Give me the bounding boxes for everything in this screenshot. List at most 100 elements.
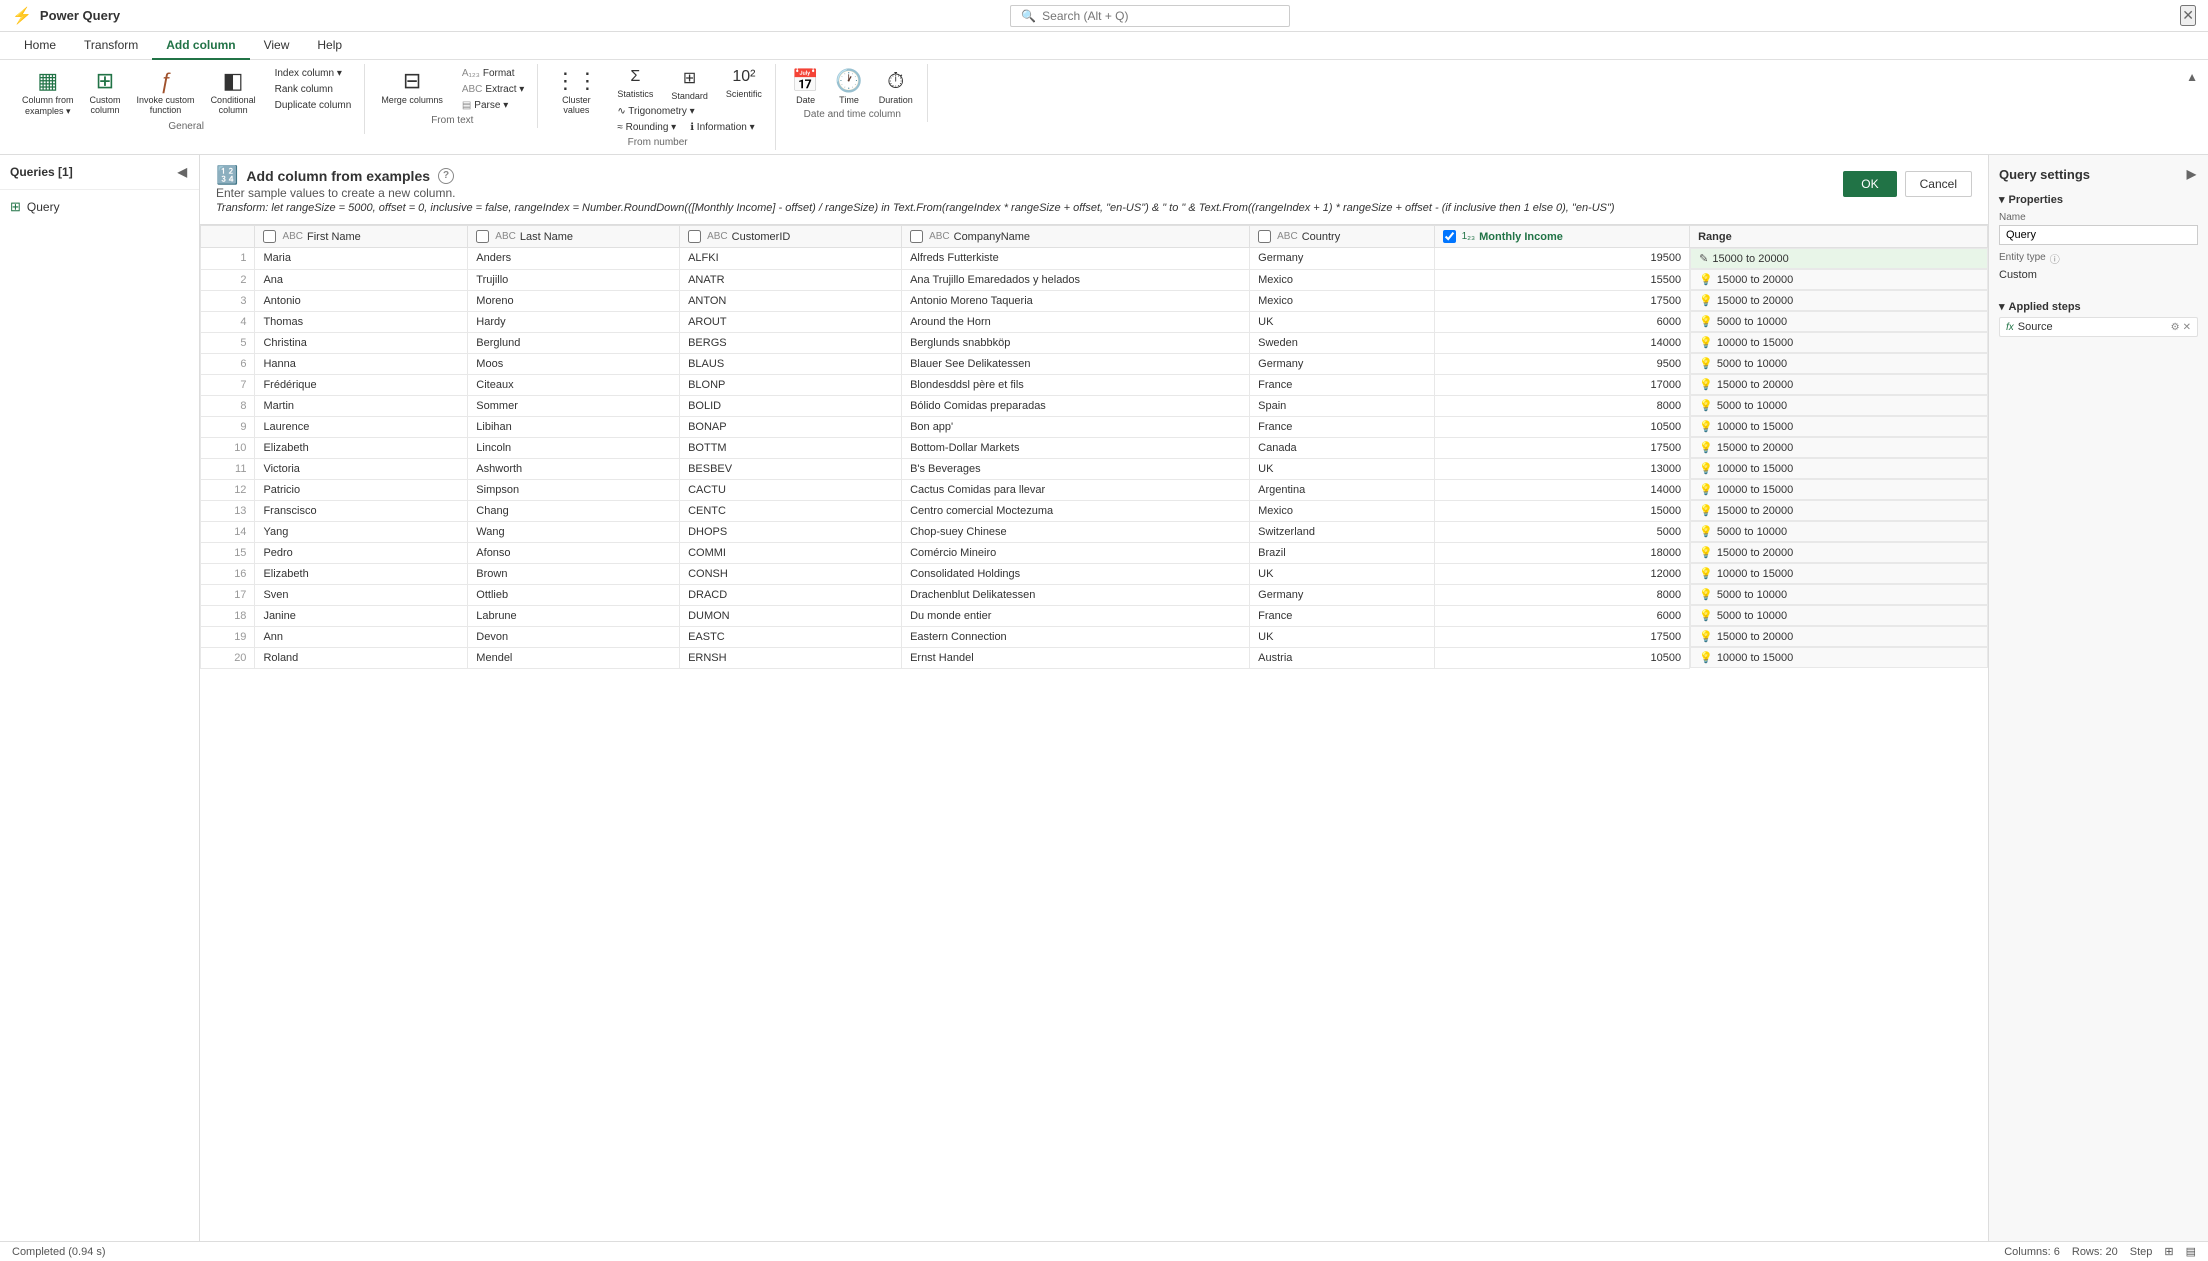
duration-button[interactable]: ⏱ Duration: [873, 66, 919, 107]
company-name-cell: Ernst Handel: [902, 647, 1250, 668]
queries-collapse-button[interactable]: ◀: [176, 163, 189, 181]
statistics-button[interactable]: ΣStatistics: [612, 66, 658, 103]
merge-cols-button[interactable]: ⊟ Merge columns: [375, 66, 449, 107]
monthly-income-header[interactable]: 1₂₃ Monthly Income: [1434, 226, 1690, 248]
from-text-group-label: From text: [431, 115, 473, 126]
range-cell[interactable]: 💡 10000 to 15000: [1690, 332, 1987, 353]
step-source[interactable]: fx Source ⚙ ✕: [1999, 317, 2198, 337]
country-cell: Canada: [1250, 437, 1434, 458]
last-name-header[interactable]: ABC Last Name: [468, 226, 680, 248]
date-time-group-label: Date and time column: [804, 109, 901, 120]
tab-add-column[interactable]: Add column: [152, 32, 249, 60]
view-toggle-grid[interactable]: ▤: [2186, 1245, 2196, 1258]
ribbon-collapse-button[interactable]: ▲: [2184, 68, 2200, 86]
extract-button[interactable]: ABC Extract ▾: [457, 82, 529, 97]
standard-button[interactable]: ⊞Standard: [666, 66, 713, 103]
data-table-container[interactable]: ABC First Name ABC Last Name: [200, 225, 1988, 1241]
range-cell[interactable]: 💡 15000 to 20000: [1690, 500, 1987, 521]
ribbon-group-from-number: ⋮⋮ Clustervalues ΣStatistics ⊞Standard 1…: [540, 64, 776, 150]
range-header[interactable]: Range: [1690, 226, 1988, 248]
close-button[interactable]: ✕: [2180, 5, 2196, 26]
rounding-button[interactable]: ≈ Rounding ▾: [612, 120, 681, 135]
range-cell[interactable]: 💡 5000 to 10000: [1690, 584, 1987, 605]
status-bar: Completed (0.94 s) Columns: 6 Rows: 20 S…: [0, 1241, 2208, 1261]
tab-help[interactable]: Help: [303, 32, 356, 60]
merge-cols-label: Merge columns: [381, 95, 443, 105]
customer-id-header[interactable]: ABC CustomerID: [680, 226, 902, 248]
ribbon-group-from-text: ⊟ Merge columns A₁₂₃ Format ABC Extract …: [367, 64, 538, 128]
main-layout: Queries [1] ◀ ⊞ Query 🔢 Add column from …: [0, 155, 2208, 1241]
range-cell[interactable]: 💡 10000 to 15000: [1690, 458, 1987, 479]
range-cell[interactable]: ✎ 15000 to 20000: [1690, 248, 1987, 269]
country-header[interactable]: ABC Country: [1250, 226, 1434, 248]
range-cell[interactable]: 💡 15000 to 20000: [1690, 269, 1987, 290]
last-name-checkbox[interactable]: [476, 230, 489, 243]
step-settings-icon[interactable]: ⚙: [2171, 322, 2180, 333]
range-cell[interactable]: 💡 15000 to 20000: [1690, 437, 1987, 458]
range-cell[interactable]: 💡 15000 to 20000: [1690, 290, 1987, 311]
settings-collapse-button[interactable]: ▶: [2185, 165, 2198, 183]
range-cell[interactable]: 💡 10000 to 15000: [1690, 479, 1987, 500]
lightbulb-icon: 💡: [1699, 357, 1713, 370]
information-button[interactable]: ℹ Information ▾: [685, 120, 759, 135]
help-icon[interactable]: ?: [438, 168, 454, 184]
step-delete-icon[interactable]: ✕: [2183, 322, 2191, 333]
lightbulb-icon: 💡: [1699, 546, 1713, 559]
first-name-cell: Ann: [255, 626, 468, 647]
entity-type-info-icon[interactable]: ⓘ: [2050, 251, 2060, 266]
last-name-cell: Moos: [468, 353, 680, 374]
country-cell: UK: [1250, 311, 1434, 332]
search-bar[interactable]: 🔍: [1010, 5, 1290, 27]
status-text: Completed (0.94 s): [12, 1246, 106, 1258]
range-cell[interactable]: 💡 5000 to 10000: [1690, 395, 1987, 416]
company-name-header[interactable]: ABC CompanyName: [902, 226, 1250, 248]
rank-col-button[interactable]: Rank column: [270, 82, 357, 97]
country-checkbox[interactable]: [1258, 230, 1271, 243]
company-name-cell: Bottom-Dollar Markets: [902, 437, 1250, 458]
name-input[interactable]: [1999, 225, 2198, 245]
range-cell[interactable]: 💡 10000 to 15000: [1690, 647, 1987, 668]
duplicate-col-button[interactable]: Duplicate column: [270, 98, 357, 113]
index-col-button[interactable]: Index column ▾: [270, 66, 357, 81]
cluster-values-button[interactable]: ⋮⋮ Clustervalues: [548, 66, 604, 117]
range-cell[interactable]: 💡 5000 to 10000: [1690, 311, 1987, 332]
tab-transform[interactable]: Transform: [70, 32, 152, 60]
range-cell[interactable]: 💡 15000 to 20000: [1690, 542, 1987, 563]
last-name-cell: Anders: [468, 248, 680, 270]
range-cell[interactable]: 💡 5000 to 10000: [1690, 521, 1987, 542]
range-cell[interactable]: 💡 15000 to 20000: [1690, 374, 1987, 395]
cancel-button[interactable]: Cancel: [1905, 171, 1972, 197]
search-input[interactable]: [1042, 9, 1279, 23]
first-name-header[interactable]: ABC First Name: [255, 226, 468, 248]
range-cell[interactable]: 💡 10000 to 15000: [1690, 563, 1987, 584]
cluster-values-label: Clustervalues: [562, 95, 591, 115]
query-item[interactable]: ⊞ Query: [0, 194, 199, 220]
conditional-col-button[interactable]: ◧ Conditionalcolumn: [205, 66, 262, 117]
range-cell[interactable]: 💡 5000 to 10000: [1690, 353, 1987, 374]
monthly-income-checkbox[interactable]: [1443, 230, 1456, 243]
parse-button[interactable]: ▤ Parse ▾: [457, 98, 529, 113]
format-button[interactable]: A₁₂₃ Format: [457, 66, 529, 81]
company-name-checkbox[interactable]: [910, 230, 923, 243]
tab-view[interactable]: View: [250, 32, 304, 60]
invoke-custom-button[interactable]: ƒ Invoke customfunction: [131, 66, 201, 117]
tab-home[interactable]: Home: [10, 32, 70, 60]
range-cell[interactable]: 💡 15000 to 20000: [1690, 626, 1987, 647]
trigonometry-button[interactable]: ∿ Trigonometry ▾: [612, 104, 699, 119]
customer-id-checkbox[interactable]: [688, 230, 701, 243]
range-cell[interactable]: 💡 5000 to 10000: [1690, 605, 1987, 626]
time-button[interactable]: 🕐 Time: [829, 66, 868, 107]
first-name-cell: Janine: [255, 605, 468, 626]
table-icon: ⊞: [10, 199, 21, 215]
range-cell[interactable]: 💡 10000 to 15000: [1690, 416, 1987, 437]
view-toggle-table[interactable]: ⊞: [2164, 1245, 2173, 1258]
ok-button[interactable]: OK: [1843, 171, 1896, 197]
custom-column-button[interactable]: ⊞ Customcolumn: [84, 66, 127, 117]
scientific-button[interactable]: 10²Scientific: [721, 66, 767, 103]
first-name-checkbox[interactable]: [263, 230, 276, 243]
col-from-examples-button[interactable]: ▦ Column fromexamples ▾: [16, 66, 80, 119]
date-button[interactable]: 📅 Date: [786, 66, 825, 107]
dialog-title: 🔢 Add column from examples ?: [216, 165, 1615, 186]
last-name-cell: Ashworth: [468, 458, 680, 479]
queries-title: Queries [1]: [10, 165, 73, 179]
